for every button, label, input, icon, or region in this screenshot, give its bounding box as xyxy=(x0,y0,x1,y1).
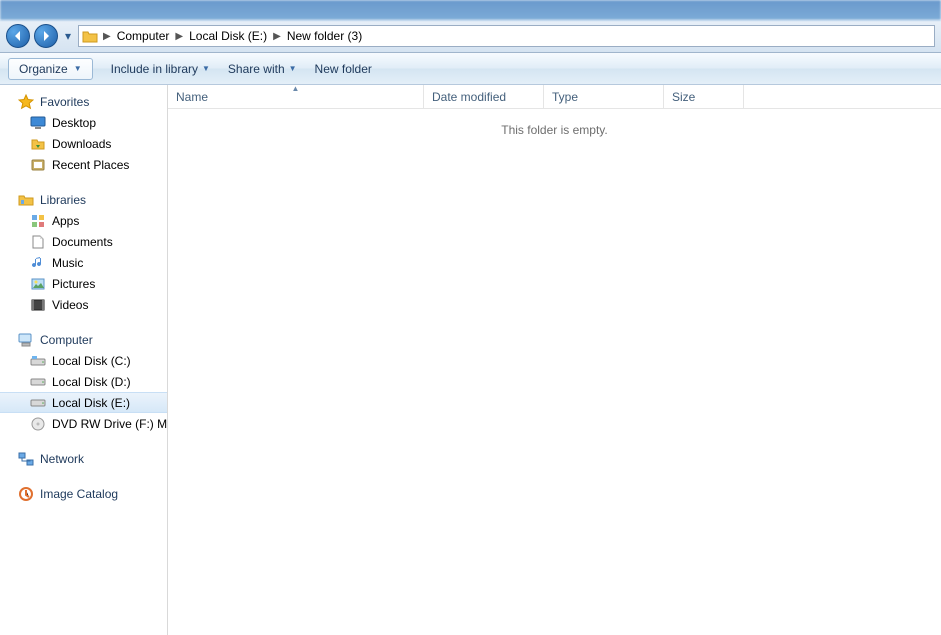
recent-places-icon xyxy=(30,157,46,173)
item-label: Videos xyxy=(52,298,88,312)
sidebar-item-dvd-rw-drive[interactable]: DVD RW Drive (F:) M xyxy=(0,413,167,434)
item-label: Apps xyxy=(52,214,79,228)
chevron-down-icon: ▼ xyxy=(202,64,210,73)
item-label: Music xyxy=(52,256,83,270)
documents-icon xyxy=(30,234,46,250)
pictures-icon xyxy=(30,276,46,292)
empty-folder-message: This folder is empty. xyxy=(168,109,941,137)
chevron-right-icon[interactable]: ▶ xyxy=(271,31,283,42)
back-button[interactable] xyxy=(6,24,30,48)
music-icon xyxy=(30,255,46,271)
favorites-group: Favorites Desktop Downloads Recent Place… xyxy=(0,91,167,175)
new-folder-label: New folder xyxy=(315,62,372,76)
sidebar-item-apps[interactable]: Apps xyxy=(0,210,167,231)
favorites-head[interactable]: Favorites xyxy=(0,91,167,112)
item-label: Recent Places xyxy=(52,158,129,172)
image-catalog-label: Image Catalog xyxy=(40,487,118,501)
item-label: Desktop xyxy=(52,116,96,130)
column-label: Size xyxy=(672,90,695,104)
chevron-right-icon[interactable]: ▶ xyxy=(101,31,113,42)
sidebar-item-local-disk-d[interactable]: Local Disk (D:) xyxy=(0,371,167,392)
libraries-label: Libraries xyxy=(40,193,86,207)
breadcrumb-computer[interactable]: Computer xyxy=(113,29,174,43)
sidebar-item-documents[interactable]: Documents xyxy=(0,231,167,252)
downloads-icon xyxy=(30,136,46,152)
forward-button[interactable] xyxy=(34,24,58,48)
sort-ascending-icon: ▲ xyxy=(292,84,300,93)
column-label: Date modified xyxy=(432,90,506,104)
drive-icon xyxy=(30,374,46,390)
apps-icon xyxy=(30,213,46,229)
history-dropdown[interactable]: ▾ xyxy=(62,27,74,45)
organize-button[interactable]: Organize ▼ xyxy=(8,58,93,80)
include-label: Include in library xyxy=(111,62,198,76)
network-icon xyxy=(18,451,34,467)
sidebar-item-desktop[interactable]: Desktop xyxy=(0,112,167,133)
libraries-icon xyxy=(18,192,34,208)
computer-icon xyxy=(18,332,34,348)
navigation-pane: Favorites Desktop Downloads Recent Place… xyxy=(0,85,168,635)
optical-drive-icon xyxy=(30,416,46,432)
drive-icon xyxy=(30,353,46,369)
drive-icon xyxy=(30,395,46,411)
chevron-down-icon: ▼ xyxy=(74,64,82,73)
sidebar-item-local-disk-c[interactable]: Local Disk (C:) xyxy=(0,350,167,371)
desktop-icon xyxy=(30,115,46,131)
item-label: DVD RW Drive (F:) M xyxy=(52,417,167,431)
star-icon xyxy=(18,94,34,110)
content-pane: Name ▲ Date modified Type Size This fold… xyxy=(168,85,941,635)
sidebar-item-local-disk-e[interactable]: Local Disk (E:) xyxy=(0,392,167,413)
image-catalog-icon xyxy=(18,486,34,502)
network-group: Network xyxy=(0,448,167,469)
browser-tab-strip xyxy=(0,0,941,20)
column-date-modified[interactable]: Date modified xyxy=(424,85,544,108)
toolbar: Organize ▼ Include in library ▼ Share wi… xyxy=(0,53,941,85)
sidebar-item-recent-places[interactable]: Recent Places xyxy=(0,154,167,175)
column-label: Name xyxy=(176,90,208,104)
breadcrumb-local-disk-e[interactable]: Local Disk (E:) xyxy=(185,29,271,43)
item-label: Local Disk (C:) xyxy=(52,354,131,368)
item-label: Documents xyxy=(52,235,113,249)
image-catalog-head[interactable]: Image Catalog xyxy=(0,483,167,504)
column-size[interactable]: Size xyxy=(664,85,744,108)
libraries-head[interactable]: Libraries xyxy=(0,189,167,210)
network-label: Network xyxy=(40,452,84,466)
chevron-right-icon[interactable]: ▶ xyxy=(173,31,185,42)
sidebar-item-videos[interactable]: Videos xyxy=(0,294,167,315)
include-in-library-button[interactable]: Include in library ▼ xyxy=(111,62,210,76)
column-type[interactable]: Type xyxy=(544,85,664,108)
organize-label: Organize xyxy=(19,62,68,76)
computer-head[interactable]: Computer xyxy=(0,329,167,350)
breadcrumb-new-folder-3[interactable]: New folder (3) xyxy=(283,29,366,43)
item-label: Local Disk (D:) xyxy=(52,375,131,389)
image-catalog-group: Image Catalog xyxy=(0,483,167,504)
computer-label: Computer xyxy=(40,333,93,347)
favorites-label: Favorites xyxy=(40,95,89,109)
item-label: Pictures xyxy=(52,277,95,291)
item-label: Downloads xyxy=(52,137,111,151)
chevron-down-icon: ▼ xyxy=(289,64,297,73)
share-label: Share with xyxy=(228,62,285,76)
network-head[interactable]: Network xyxy=(0,448,167,469)
computer-group: Computer Local Disk (C:) Local Disk (D:)… xyxy=(0,329,167,434)
folder-icon xyxy=(81,28,99,44)
sidebar-item-music[interactable]: Music xyxy=(0,252,167,273)
libraries-group: Libraries Apps Documents Music Pictures … xyxy=(0,189,167,315)
share-with-button[interactable]: Share with ▼ xyxy=(228,62,297,76)
new-folder-button[interactable]: New folder xyxy=(315,62,372,76)
column-headers: Name ▲ Date modified Type Size xyxy=(168,85,941,109)
column-name[interactable]: Name ▲ xyxy=(168,85,424,108)
sidebar-item-pictures[interactable]: Pictures xyxy=(0,273,167,294)
address-bar: ▾ ▶ Computer ▶ Local Disk (E:) ▶ New fol… xyxy=(0,20,941,53)
column-label: Type xyxy=(552,90,578,104)
item-label: Local Disk (E:) xyxy=(52,396,130,410)
videos-icon xyxy=(30,297,46,313)
breadcrumb-bar[interactable]: ▶ Computer ▶ Local Disk (E:) ▶ New folde… xyxy=(78,25,935,47)
sidebar-item-downloads[interactable]: Downloads xyxy=(0,133,167,154)
